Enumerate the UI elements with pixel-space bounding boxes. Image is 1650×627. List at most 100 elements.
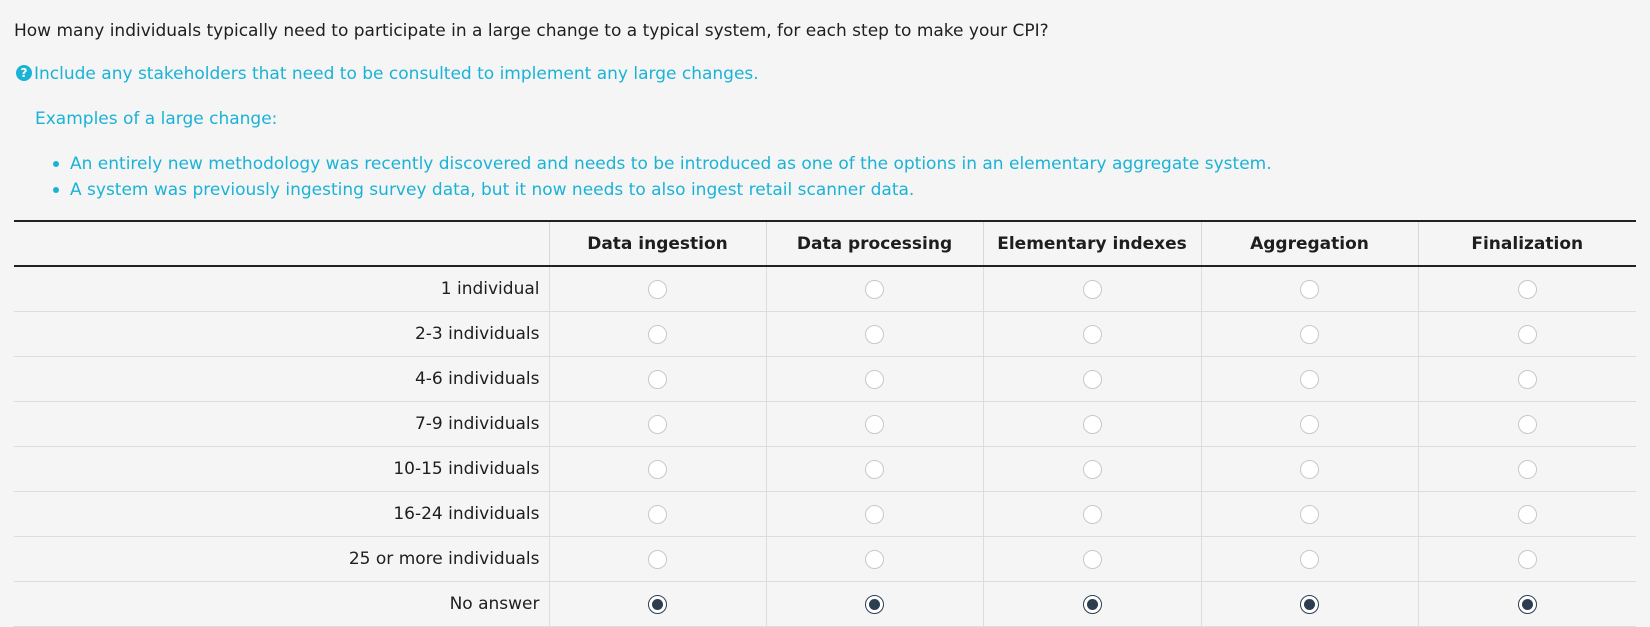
radio-button[interactable] bbox=[1082, 324, 1102, 344]
row-label: 2-3 individuals bbox=[14, 311, 549, 357]
examples-title: Examples of a large change: bbox=[35, 109, 278, 129]
matrix-cell bbox=[982, 446, 1201, 492]
radio-button[interactable] bbox=[1082, 594, 1102, 614]
column-header-elementary-indexes: Elementary indexes bbox=[982, 220, 1201, 267]
row-label: 4-6 individuals bbox=[14, 356, 549, 402]
matrix-corner-cell bbox=[14, 220, 549, 267]
matrix-cell bbox=[765, 536, 983, 582]
question-container: How many individuals typically need to p… bbox=[0, 0, 1650, 627]
radio-button[interactable] bbox=[1517, 504, 1537, 524]
radio-button[interactable] bbox=[1082, 369, 1102, 389]
radio-button[interactable] bbox=[1082, 414, 1102, 434]
radio-button[interactable] bbox=[648, 549, 667, 569]
answer-matrix: Data ingestion Data processing Elementar… bbox=[14, 220, 1636, 627]
matrix-cell bbox=[1200, 266, 1418, 312]
matrix-cell bbox=[548, 491, 766, 537]
row-label: 7-9 individuals bbox=[14, 401, 549, 447]
column-header-finalization: Finalization bbox=[1417, 220, 1636, 267]
radio-button[interactable] bbox=[648, 414, 667, 434]
matrix-cell bbox=[1200, 491, 1418, 537]
example-item: A system was previously ingesting survey… bbox=[35, 177, 1272, 203]
row-label: 25 or more individuals bbox=[14, 536, 549, 582]
radio-button[interactable] bbox=[1517, 324, 1537, 344]
column-header-data-processing: Data processing bbox=[765, 220, 983, 267]
matrix-body: 1 individual 2-3 individuals 4-6 individua… bbox=[14, 266, 1636, 627]
radio-button[interactable] bbox=[1300, 549, 1319, 569]
question-text: How many individuals typically need to p… bbox=[14, 21, 1049, 41]
radio-button[interactable] bbox=[1517, 369, 1537, 389]
radio-button[interactable] bbox=[1300, 414, 1319, 434]
matrix-cell bbox=[1200, 581, 1418, 627]
radio-button[interactable] bbox=[648, 459, 667, 479]
question-circle-icon: ? bbox=[16, 65, 32, 81]
row-label: 16-24 individuals bbox=[14, 491, 549, 537]
matrix-cell bbox=[548, 536, 766, 582]
radio-button[interactable] bbox=[648, 324, 667, 344]
radio-button[interactable] bbox=[1517, 594, 1537, 614]
matrix-cell bbox=[548, 401, 766, 447]
matrix-cell bbox=[1200, 536, 1418, 582]
radio-button[interactable] bbox=[1082, 549, 1102, 569]
radio-button[interactable] bbox=[1082, 459, 1102, 479]
matrix-row: 1 individual bbox=[14, 266, 1636, 312]
row-label: No answer bbox=[14, 581, 549, 627]
help-text: Include any stakeholders that need to be… bbox=[34, 64, 759, 84]
matrix-cell bbox=[1417, 446, 1636, 492]
matrix-cell bbox=[765, 401, 983, 447]
radio-button[interactable] bbox=[648, 504, 667, 524]
radio-button[interactable] bbox=[865, 549, 884, 569]
matrix-row: 2-3 individuals bbox=[14, 311, 1636, 357]
column-header-data-ingestion: Data ingestion bbox=[548, 220, 766, 267]
radio-button[interactable] bbox=[865, 369, 884, 389]
matrix-cell bbox=[765, 266, 983, 312]
matrix-cell bbox=[982, 401, 1201, 447]
matrix-cell bbox=[1417, 266, 1636, 312]
matrix-cell bbox=[982, 581, 1201, 627]
matrix-cell bbox=[982, 536, 1201, 582]
radio-button[interactable] bbox=[865, 594, 884, 614]
radio-button[interactable] bbox=[1517, 279, 1537, 299]
matrix-cell bbox=[1417, 491, 1636, 537]
matrix-cell bbox=[1200, 356, 1418, 402]
radio-button[interactable] bbox=[1300, 279, 1319, 299]
row-label: 10-15 individuals bbox=[14, 446, 549, 492]
radio-button[interactable] bbox=[865, 414, 884, 434]
examples-list: An entirely new methodology was recently… bbox=[35, 151, 1272, 203]
radio-button[interactable] bbox=[648, 279, 667, 299]
matrix-cell bbox=[1200, 401, 1418, 447]
matrix-cell bbox=[548, 446, 766, 492]
matrix-cell bbox=[765, 311, 983, 357]
matrix-cell bbox=[765, 446, 983, 492]
radio-button[interactable] bbox=[865, 504, 884, 524]
radio-button[interactable] bbox=[1082, 279, 1102, 299]
bullet-icon bbox=[53, 161, 59, 167]
radio-button[interactable] bbox=[648, 594, 667, 614]
matrix-cell bbox=[982, 491, 1201, 537]
radio-button[interactable] bbox=[648, 369, 667, 389]
example-item: An entirely new methodology was recently… bbox=[35, 151, 1272, 177]
matrix-cell bbox=[765, 581, 983, 627]
radio-button[interactable] bbox=[1300, 324, 1319, 344]
radio-button[interactable] bbox=[865, 279, 884, 299]
radio-button[interactable] bbox=[1517, 459, 1537, 479]
matrix-row: 25 or more individuals bbox=[14, 536, 1636, 582]
radio-button[interactable] bbox=[1300, 369, 1319, 389]
radio-button[interactable] bbox=[1300, 594, 1319, 614]
matrix-cell bbox=[548, 311, 766, 357]
matrix-cell bbox=[765, 356, 983, 402]
radio-button[interactable] bbox=[865, 324, 884, 344]
radio-button[interactable] bbox=[1517, 549, 1537, 569]
radio-button[interactable] bbox=[1300, 504, 1319, 524]
radio-button[interactable] bbox=[1517, 414, 1537, 434]
matrix-cell bbox=[1417, 311, 1636, 357]
matrix-cell bbox=[765, 491, 983, 537]
radio-button[interactable] bbox=[1300, 459, 1319, 479]
radio-button[interactable] bbox=[865, 459, 884, 479]
matrix-cell bbox=[1417, 401, 1636, 447]
matrix-row: 4-6 individuals bbox=[14, 356, 1636, 402]
matrix-cell bbox=[548, 581, 766, 627]
matrix-cell bbox=[982, 266, 1201, 312]
radio-button[interactable] bbox=[1082, 504, 1102, 524]
matrix-cell bbox=[982, 356, 1201, 402]
matrix-row: No answer bbox=[14, 581, 1636, 627]
